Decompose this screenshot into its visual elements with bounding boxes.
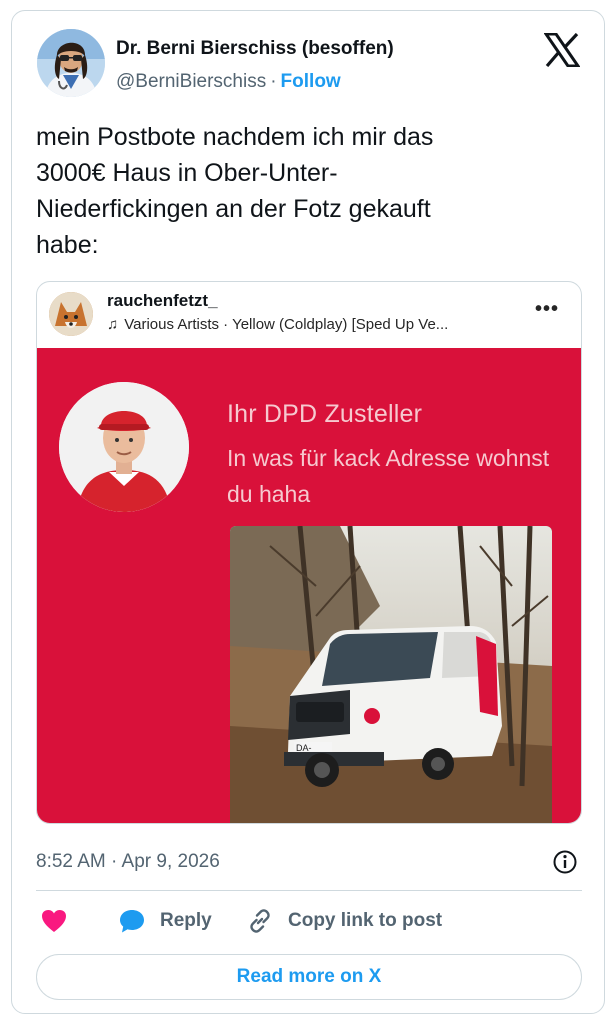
copy-link-button[interactable]: Copy link to post — [246, 903, 442, 939]
separator-dot: · — [270, 71, 277, 92]
follow-button[interactable]: Follow — [281, 71, 341, 92]
author-name[interactable]: Dr. Berni Bierschiss (besoffen) — [116, 38, 394, 60]
media-subtitle: In was für kack Adresse wohnst du haha — [227, 445, 550, 507]
info-icon[interactable] — [552, 849, 578, 875]
more-horizontal-icon[interactable]: ••• — [535, 298, 559, 321]
x-logo-icon[interactable] — [543, 32, 581, 68]
embedded-post[interactable]: rauchenfetzt_ ♫ Various Artists · Yellow … — [36, 281, 582, 824]
embed-media[interactable]: Ihr DPD Zusteller In was für kack Adress… — [37, 348, 581, 823]
timestamp[interactable]: 8:52 AM · Apr 9, 2026 — [36, 851, 220, 873]
tweet-card: Dr. Berni Bierschiss (besoffen) @BerniBi… — [11, 10, 605, 1014]
author-handle-row: @BerniBierschiss · Follow — [116, 71, 341, 93]
embed-music-row[interactable]: ♫ Various Artists · Yellow (Coldplay) [Sp… — [107, 316, 448, 333]
embed-music-text: Various Artists · Yellow (Coldplay) [Spe… — [124, 316, 449, 333]
license-plate-text: DA- — [296, 743, 312, 753]
action-bar: Reply Copy link to post — [36, 903, 582, 939]
read-more-button[interactable]: Read more on X — [36, 954, 582, 1000]
embed-username[interactable]: rauchenfetzt_ — [107, 291, 218, 311]
media-title: Ihr DPD Zusteller — [227, 400, 423, 428]
music-note-icon: ♫ — [107, 316, 119, 333]
driver-photo — [59, 382, 189, 512]
reply-label: Reply — [160, 910, 212, 931]
speech-bubble-icon — [120, 910, 144, 933]
embed-avatar[interactable] — [49, 292, 93, 336]
copy-link-label: Copy link to post — [288, 910, 443, 931]
like-button[interactable] — [40, 903, 68, 939]
heart-icon — [42, 910, 66, 932]
author-handle[interactable]: @BerniBierschiss — [116, 71, 266, 92]
tweet-text: mein Postbote nachdem ich mir das 3000€ … — [36, 123, 434, 259]
reply-button[interactable]: Reply — [118, 903, 212, 939]
van-photo: DA- — [230, 526, 552, 823]
divider — [36, 890, 582, 891]
author-avatar[interactable] — [37, 29, 105, 97]
link-icon — [250, 909, 270, 933]
